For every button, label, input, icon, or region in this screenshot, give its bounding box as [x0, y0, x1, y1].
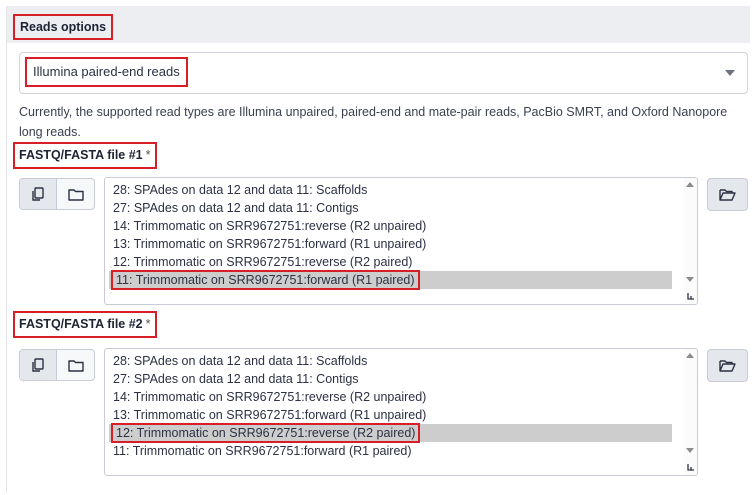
folder-icon [67, 188, 84, 201]
dataset-listbox-1[interactable]: 28: SPAdes on data 12 and data 11: Scaff… [104, 177, 698, 305]
dataset-listbox-2[interactable]: 28: SPAdes on data 12 and data 11: Scaff… [104, 348, 698, 476]
dataset-collection-button[interactable] [57, 350, 94, 380]
list-item[interactable]: 28: SPAdes on data 12 and data 11: Scaff… [113, 352, 367, 370]
selected-item-label: 12: Trimmomatic on SRR9672751:reverse (R… [111, 423, 421, 443]
scroll-up-arrow-icon[interactable] [686, 353, 694, 358]
field-label-file-1: FASTQ/FASTA file #1 * [13, 142, 157, 169]
list-item[interactable]: 13: Trimmomatic on SRR9672751:forward (R… [113, 406, 426, 424]
scroll-up-arrow-icon[interactable] [686, 182, 694, 187]
folder-open-icon [719, 189, 736, 201]
list-item[interactable]: 27: SPAdes on data 12 and data 11: Conti… [113, 370, 359, 388]
listbox-scrollbar[interactable] [684, 178, 697, 304]
read-type-selected-value: Illumina paired-end reads [25, 57, 188, 87]
selected-item-label: 11: Trimmomatic on SRR9672751:forward (R… [111, 270, 420, 290]
resize-grip-icon[interactable] [685, 463, 695, 473]
dataset-collection-button[interactable] [57, 179, 94, 209]
list-item[interactable]: 28: SPAdes on data 12 and data 11: Scaff… [113, 181, 367, 199]
list-item[interactable]: 13: Trimmomatic on SRR9672751:forward (R… [113, 235, 426, 253]
field-label-text: FASTQ/FASTA file #2 [19, 317, 143, 331]
list-item[interactable]: 11: Trimmomatic on SRR9672751:forward (R… [113, 442, 412, 460]
browse-datasets-button[interactable] [707, 178, 748, 211]
resize-grip-icon[interactable] [685, 292, 695, 302]
section-header: Reads options [7, 6, 750, 43]
required-mark: * [145, 148, 151, 162]
copy-icon [32, 186, 44, 201]
field-label-text: FASTQ/FASTA file #1 [19, 148, 143, 162]
required-mark: * [145, 317, 151, 331]
scroll-down-arrow-icon[interactable] [686, 448, 694, 453]
folder-icon [67, 359, 84, 372]
read-type-select[interactable]: Illumina paired-end reads [19, 52, 748, 94]
list-item[interactable]: 14: Trimmomatic on SRR9672751:reverse (R… [113, 217, 426, 235]
list-item[interactable]: 14: Trimmomatic on SRR9672751:reverse (R… [113, 388, 426, 406]
caret-down-icon[interactable] [725, 70, 735, 76]
list-item[interactable]: 12: Trimmomatic on SRR9672751:reverse (R… [113, 253, 412, 271]
copy-icon [32, 357, 44, 372]
field-label-file-2: FASTQ/FASTA file #2 * [13, 311, 157, 338]
reads-options-section: Reads options Illumina paired-end reads … [6, 6, 750, 493]
listbox-scrollbar[interactable] [684, 349, 697, 475]
list-item-selected[interactable]: 12: Trimmomatic on SRR9672751:reverse (R… [109, 423, 672, 443]
list-item[interactable]: 27: SPAdes on data 12 and data 11: Conti… [113, 199, 359, 217]
scroll-down-arrow-icon[interactable] [686, 277, 694, 282]
list-item-selected[interactable]: 11: Trimmomatic on SRR9672751:forward (R… [109, 270, 672, 290]
browse-datasets-button[interactable] [707, 349, 748, 382]
folder-open-icon [719, 360, 736, 372]
read-type-help-text: Currently, the supported read types are … [19, 105, 728, 139]
multiple-datasets-button[interactable] [20, 179, 57, 209]
input-mode-group-2 [19, 349, 95, 381]
input-mode-group-1 [19, 178, 95, 210]
multiple-datasets-button[interactable] [20, 350, 57, 380]
section-title: Reads options [13, 14, 114, 40]
